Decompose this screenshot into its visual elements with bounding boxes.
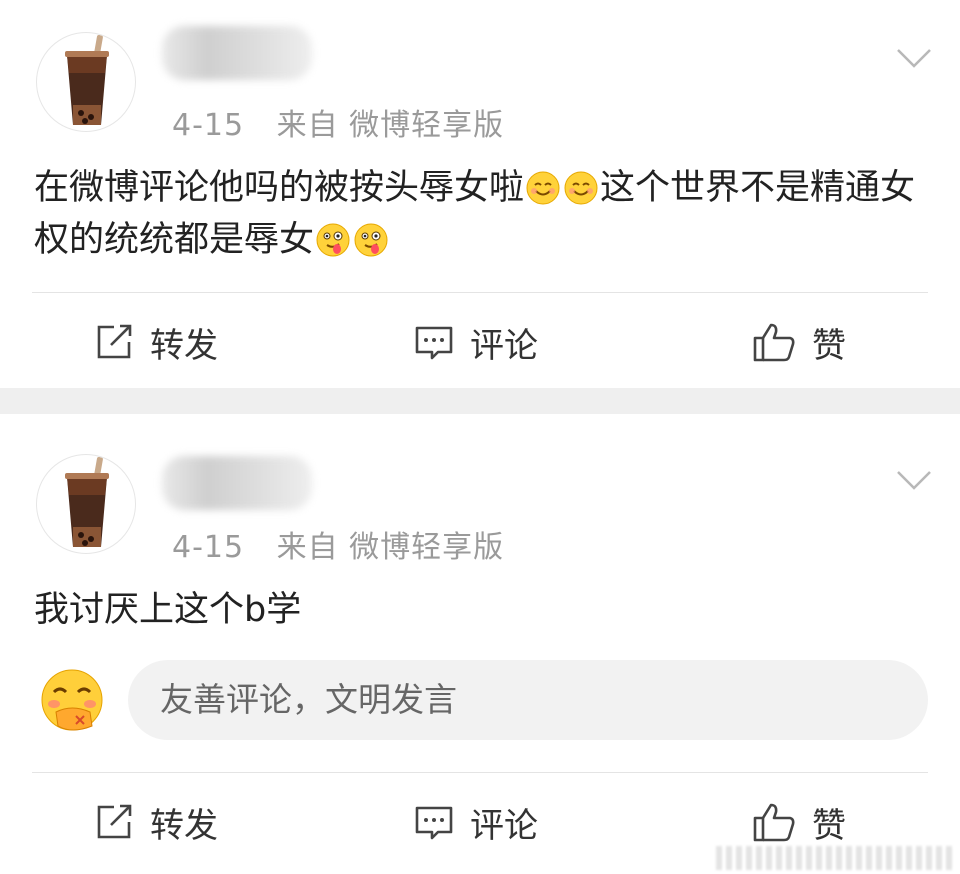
avatar[interactable]	[36, 32, 136, 132]
post-meta: 4-15 来自 微博轻享版	[172, 522, 504, 566]
post-source[interactable]: 来自 微博轻享版	[277, 530, 505, 565]
username-blurred[interactable]	[162, 456, 312, 510]
like-button[interactable]: 赞	[752, 312, 846, 372]
post-meta: 4-15 来自 微博轻享版	[172, 100, 504, 144]
like-label: 赞	[812, 325, 846, 366]
bubble-tea-avatar-icon	[65, 456, 109, 547]
avatar[interactable]	[36, 454, 136, 554]
post-content: 我讨厌上这个b学	[34, 584, 934, 636]
tongue-emoji-icon	[316, 223, 350, 257]
post-date: 4-15	[172, 108, 245, 143]
action-bar: 转发 评论 赞	[0, 792, 960, 852]
smile-emoji-icon	[526, 171, 560, 205]
hand-over-mouth-emoji-icon[interactable]	[38, 668, 106, 736]
tongue-emoji-icon	[354, 223, 388, 257]
comment-icon	[415, 326, 453, 360]
section-separator	[0, 388, 960, 414]
bubble-tea-avatar-icon	[65, 34, 109, 125]
username-blurred[interactable]	[162, 26, 312, 80]
comment-placeholder: 友善评论，文明发言	[160, 680, 457, 719]
like-label: 赞	[812, 805, 846, 846]
divider	[32, 772, 928, 773]
post-text-part-1: 在微博评论他吗的被按头辱女啦	[34, 168, 525, 208]
comment-input[interactable]: 友善评论，文明发言	[128, 660, 928, 740]
repost-button[interactable]: 转发	[94, 312, 218, 372]
post-card-2: 4-15 来自 微博轻享版 我讨厌上这个b学 友善评论，文明发言 转发 评论 赞	[0, 414, 960, 874]
action-bar: 转发 评论 赞	[0, 312, 960, 372]
comment-label: 评论	[470, 805, 538, 846]
thumbs-up-icon	[753, 323, 795, 362]
post-card-1: 4-15 来自 微博轻享版 在微博评论他吗的被按头辱女啦 这个世界不是精通女权的统…	[0, 0, 960, 388]
repost-label: 转发	[150, 805, 218, 846]
post-source[interactable]: 来自 微博轻享版	[277, 108, 505, 143]
post-text: 我讨厌上这个b学	[34, 590, 302, 630]
repost-icon	[97, 324, 132, 359]
comment-button[interactable]: 评论	[414, 312, 538, 372]
chevron-down-icon[interactable]	[896, 46, 932, 70]
repost-icon	[97, 804, 132, 839]
chevron-down-icon[interactable]	[896, 468, 932, 492]
smile-emoji-icon	[564, 171, 598, 205]
post-date: 4-15	[172, 530, 245, 565]
repost-label: 转发	[150, 325, 218, 366]
watermark	[716, 846, 956, 870]
comment-input-row: 友善评论，文明发言	[0, 660, 960, 744]
like-button[interactable]: 赞	[752, 792, 846, 852]
comment-icon	[415, 806, 453, 840]
divider	[32, 292, 928, 293]
repost-button[interactable]: 转发	[94, 792, 218, 852]
comment-label: 评论	[470, 325, 538, 366]
thumbs-up-icon	[753, 803, 795, 842]
post-content: 在微博评论他吗的被按头辱女啦 这个世界不是精通女权的统统都是辱女	[34, 162, 934, 266]
comment-button[interactable]: 评论	[414, 792, 538, 852]
